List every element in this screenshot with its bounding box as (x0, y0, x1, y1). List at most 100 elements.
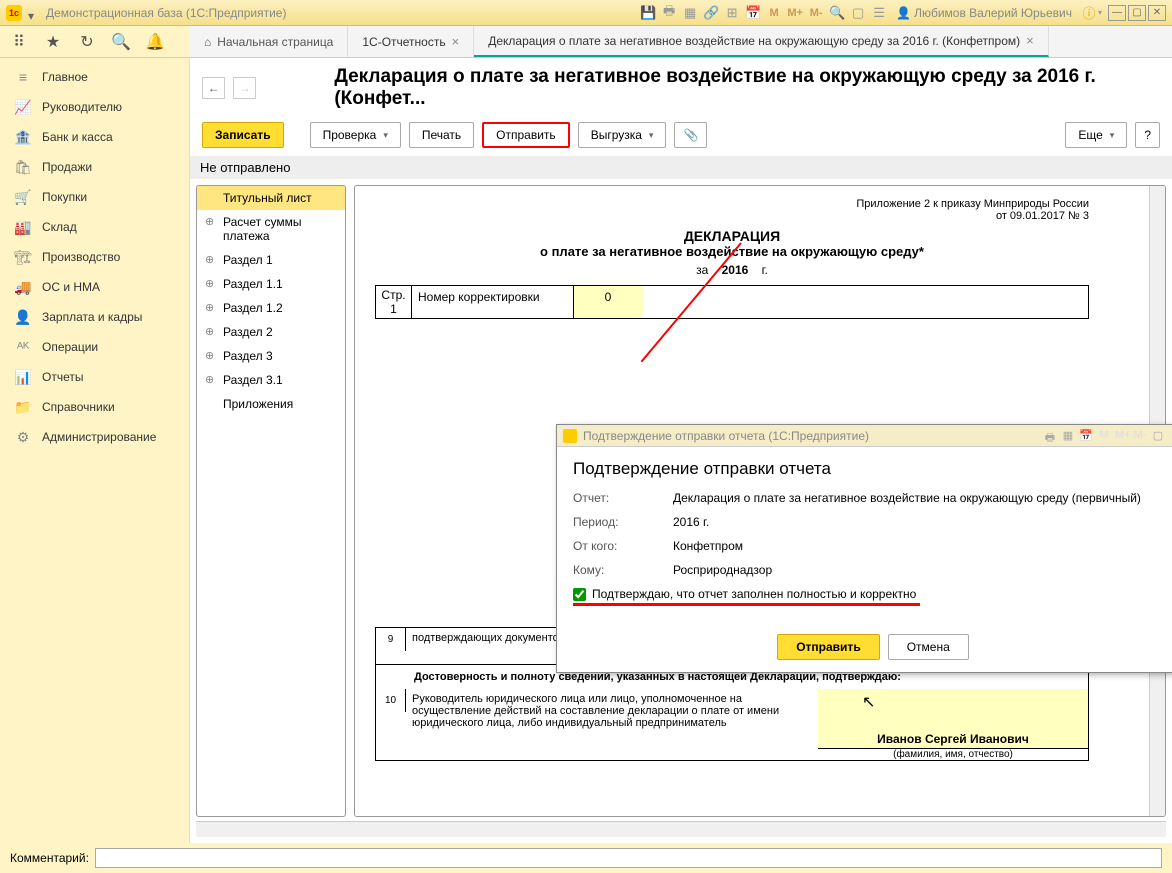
label-from: От кого: (573, 539, 673, 553)
signer-name-field[interactable]: Иванов Сергей Иванович (818, 689, 1088, 749)
dlg-mp-icon[interactable]: M+ (1115, 429, 1129, 443)
help-button[interactable]: ? (1135, 122, 1160, 148)
section-1-2[interactable]: Раздел 1.2 (197, 296, 345, 320)
m-minus-icon[interactable]: M- (807, 4, 825, 22)
folder-icon: 📁 (14, 398, 32, 416)
window-close[interactable]: ✕ (1148, 5, 1166, 21)
save-icon[interactable]: 💾 (639, 4, 657, 22)
confirm-send-dialog: Подтверждение отправки отчета (1С:Предпр… (556, 424, 1172, 673)
label-period: Период: (573, 515, 673, 529)
link-icon[interactable]: 🔗 (702, 4, 720, 22)
dlg-grid-icon[interactable]: ▦ (1061, 429, 1075, 443)
person-icon: 👤 (14, 308, 32, 326)
sidebar-item-reports[interactable]: 📊Отчеты (0, 362, 189, 392)
section-attachments[interactable]: Приложения (197, 392, 345, 416)
home-icon: ⌂ (204, 35, 211, 49)
m-plus-icon[interactable]: M+ (786, 4, 804, 22)
correction-field[interactable]: 0 (573, 286, 643, 318)
doc-icon[interactable]: ▦ (681, 4, 699, 22)
horizontal-scrollbar[interactable] (196, 821, 1166, 837)
main-toolbar: ⠿ ★ ↻ 🔍 🔔 ⌂Начальная страница 1С-Отчетно… (0, 26, 1172, 58)
dlg-print-icon[interactable]: 🖶 (1043, 429, 1057, 443)
doc-year: за 2016 г. (375, 263, 1089, 277)
value-from: Конфетпром (673, 539, 1172, 553)
calc-icon[interactable]: ⊞ (723, 4, 741, 22)
dialog-cancel-button[interactable]: Отмена (888, 634, 969, 660)
dlg-max-icon[interactable]: ▢ (1151, 429, 1165, 443)
sidebar-item-operations[interactable]: ᴬᴷОперации (0, 332, 189, 362)
sidebar-item-production[interactable]: 🏗Производство (0, 242, 189, 272)
notify-icon[interactable]: 🔔 (146, 33, 164, 51)
close-icon[interactable]: × (1026, 33, 1034, 48)
attach-button[interactable]: 📎 (674, 122, 707, 148)
info-icon[interactable]: ⓘ (1080, 4, 1098, 22)
task-icon[interactable]: ☰ (870, 4, 888, 22)
print-button[interactable]: Печать (409, 122, 474, 148)
close-icon[interactable]: × (452, 34, 460, 49)
sidebar-item-admin[interactable]: ⚙Администрирование (0, 422, 189, 452)
mouse-cursor: ↖ (862, 692, 875, 712)
export-button[interactable]: Выгрузка (578, 122, 667, 148)
sidebar-item-warehouse[interactable]: 🏭Склад (0, 212, 189, 242)
zoom-icon[interactable]: 🔍 (828, 4, 846, 22)
search-icon[interactable]: 🔍 (112, 33, 130, 51)
doc-note2: от 09.01.2017 № 3 (375, 210, 1089, 222)
doc-note: Приложение 2 к приказу Минприроды России (375, 198, 1089, 210)
favorite-icon[interactable]: ★ (44, 33, 62, 51)
section-1-1[interactable]: Раздел 1.1 (197, 272, 345, 296)
sections-tree: Титульный лист Расчет суммы платежа Разд… (196, 185, 346, 817)
more-button[interactable]: Еще (1065, 122, 1127, 148)
warehouse-icon: 🏭 (14, 218, 32, 236)
apps-icon[interactable]: ⠿ (10, 33, 28, 51)
sidebar-item-directories[interactable]: 📁Справочники (0, 392, 189, 422)
tab-declaration[interactable]: Декларация о плате за негативное воздейс… (474, 26, 1049, 57)
window-minimize[interactable]: — (1108, 5, 1126, 21)
sidebar-item-sales[interactable]: 🛍Продажи (0, 152, 189, 182)
section-3-1[interactable]: Раздел 3.1 (197, 368, 345, 392)
dlg-m-icon[interactable]: M (1097, 429, 1111, 443)
cart-icon: 🛒 (14, 188, 32, 206)
save-button[interactable]: Записать (202, 122, 284, 148)
chart-icon: 📈 (14, 98, 32, 116)
label-report: Отчет: (573, 491, 673, 505)
print-icon[interactable]: 🖶 (660, 4, 678, 22)
window-maximize[interactable]: ▢ (1128, 5, 1146, 21)
row-num: 9 (376, 628, 406, 651)
comment-input[interactable] (95, 848, 1162, 868)
box-icon[interactable]: ▢ (849, 4, 867, 22)
sidebar-item-manager[interactable]: 📈Руководителю (0, 92, 189, 122)
nav-forward-button[interactable]: → (233, 77, 256, 99)
production-icon: 🏗 (14, 248, 32, 266)
m-icon[interactable]: M (765, 4, 783, 22)
confirm-checkbox[interactable] (573, 588, 586, 601)
section-2[interactable]: Раздел 2 (197, 320, 345, 344)
check-button[interactable]: Проверка (310, 122, 401, 148)
dlg-cal-icon[interactable]: 📅 (1079, 429, 1093, 443)
section-calc[interactable]: Расчет суммы платежа (197, 210, 345, 248)
sidebar-item-main[interactable]: ≡Главное (0, 62, 189, 92)
tab-home[interactable]: ⌂Начальная страница (190, 26, 348, 57)
section-1[interactable]: Раздел 1 (197, 248, 345, 272)
value-period: 2016 г. (673, 515, 1172, 529)
sidebar-item-bank[interactable]: 🏦Банк и касса (0, 122, 189, 152)
app-menu-dropdown[interactable]: ▾ (28, 9, 36, 17)
confirm-checkbox-row[interactable]: Подтверждаю, что отчет заполнен полность… (573, 587, 920, 606)
sidebar-item-purchases[interactable]: 🛒Покупки (0, 182, 189, 212)
current-user[interactable]: 👤Любимов Валерий Юрьевич (896, 6, 1072, 20)
app-logo: 1c (6, 5, 22, 21)
calendar-icon[interactable]: 📅 (744, 4, 762, 22)
sidebar-item-salary[interactable]: 👤Зарплата и кадры (0, 302, 189, 332)
tab-reporting[interactable]: 1С-Отчетность× (348, 26, 474, 57)
doc-heading: ДЕКЛАРАЦИЯ (375, 228, 1089, 244)
sidebar-item-assets[interactable]: 🚚ОС и НМА (0, 272, 189, 302)
nav-sidebar: ≡Главное 📈Руководителю 🏦Банк и касса 🛍Пр… (0, 58, 190, 843)
history-icon[interactable]: ↻ (78, 33, 96, 51)
dialog-send-button[interactable]: Отправить (777, 634, 879, 660)
dlg-mm-icon[interactable]: M- (1133, 429, 1147, 443)
bank-icon: 🏦 (14, 128, 32, 146)
send-button[interactable]: Отправить (482, 122, 570, 148)
window-titlebar: 1c ▾ Демонстрационная база (1С:Предприят… (0, 0, 1172, 26)
section-title-page[interactable]: Титульный лист (197, 186, 345, 210)
nav-back-button[interactable]: ← (202, 77, 225, 99)
section-3[interactable]: Раздел 3 (197, 344, 345, 368)
